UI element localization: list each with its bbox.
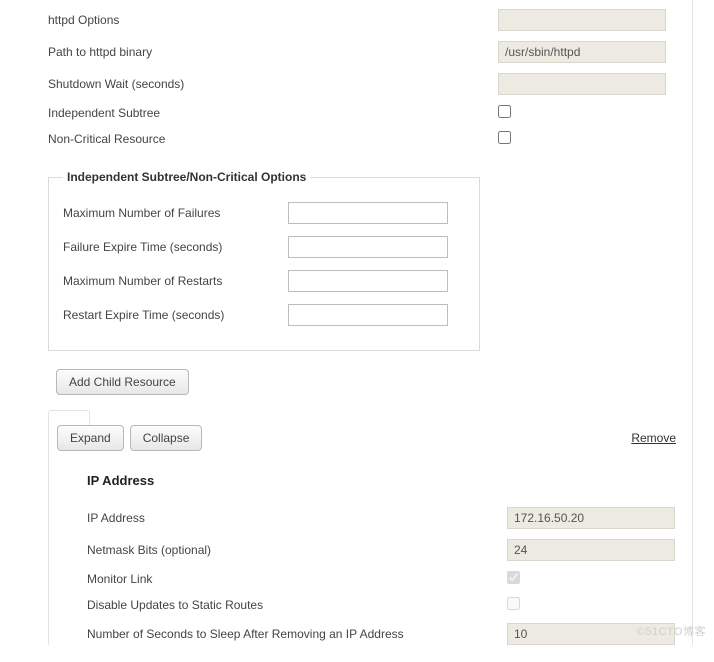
label-non-critical: Non-Critical Resource [48,132,498,146]
input-shutdown-wait[interactable] [498,73,666,95]
page-root: httpd Options Path to httpd binary Shutd… [0,0,714,645]
label-independent-subtree: Independent Subtree [48,106,498,120]
input-httpd-options[interactable] [498,9,666,31]
row-path-binary: Path to httpd binary [0,36,672,68]
input-fail-expire[interactable] [288,236,448,258]
checkbox-non-critical[interactable] [498,131,511,144]
section-title-ip-address: IP Address [49,467,688,502]
label-max-restarts: Maximum Number of Restarts [63,274,288,288]
right-divider [692,0,714,645]
label-ip-address: IP Address [87,511,507,525]
row-max-failures: Maximum Number of Failures [63,196,465,230]
remove-link[interactable]: Remove [631,431,676,445]
checkbox-independent-subtree[interactable] [498,105,511,118]
row-fail-expire: Failure Expire Time (seconds) [63,230,465,264]
label-disable-updates: Disable Updates to Static Routes [87,598,507,612]
tree-connector-v [89,411,90,425]
group-independent-options: Independent Subtree/Non-Critical Options… [48,170,480,351]
row-httpd-options: httpd Options [0,4,672,36]
input-sleep-after[interactable] [507,623,675,645]
tree-connector-h [49,410,89,411]
row-non-critical: Non-Critical Resource [0,126,672,152]
child-resource-block: Expand Collapse Remove IP Address IP Add… [48,411,688,645]
label-fail-expire: Failure Expire Time (seconds) [63,240,288,254]
collapse-button[interactable]: Collapse [130,425,203,451]
row-sleep-after: Number of Seconds to Sleep After Removin… [49,618,681,645]
group-legend: Independent Subtree/Non-Critical Options [63,170,310,184]
add-child-resource-button[interactable]: Add Child Resource [56,369,189,395]
label-httpd-options: httpd Options [48,13,498,27]
label-path-binary: Path to httpd binary [48,45,498,59]
label-monitor-link: Monitor Link [87,572,507,586]
child-header: Expand Collapse Remove [49,411,688,467]
label-restart-expire: Restart Expire Time (seconds) [63,308,288,322]
input-max-failures[interactable] [288,202,448,224]
row-monitor-link: Monitor Link [49,566,681,592]
label-sleep-after: Number of Seconds to Sleep After Removin… [87,627,507,641]
expand-button[interactable]: Expand [57,425,124,451]
input-path-binary[interactable] [498,41,666,63]
row-max-restarts: Maximum Number of Restarts [63,264,465,298]
label-shutdown-wait: Shutdown Wait (seconds) [48,77,498,91]
row-ip-address: IP Address [49,502,681,534]
row-disable-updates: Disable Updates to Static Routes [49,592,681,618]
row-independent-subtree: Independent Subtree [0,100,672,126]
input-netmask[interactable] [507,539,675,561]
label-max-failures: Maximum Number of Failures [63,206,288,220]
label-netmask: Netmask Bits (optional) [87,543,507,557]
input-ip-address[interactable] [507,507,675,529]
input-restart-expire[interactable] [288,304,448,326]
row-restart-expire: Restart Expire Time (seconds) [63,298,465,332]
checkbox-monitor-link[interactable] [507,571,520,584]
input-max-restarts[interactable] [288,270,448,292]
row-netmask: Netmask Bits (optional) [49,534,681,566]
checkbox-disable-updates[interactable] [507,597,520,610]
row-shutdown-wait: Shutdown Wait (seconds) [0,68,672,100]
